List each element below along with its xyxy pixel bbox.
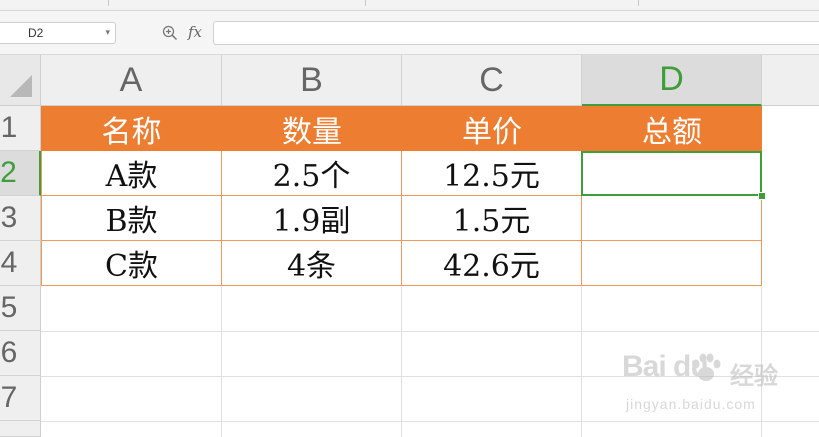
column-header-e[interactable] xyxy=(762,55,819,106)
cell-c3[interactable]: 1.5元 xyxy=(402,196,582,241)
formula-input[interactable] xyxy=(213,21,819,45)
row-header-6[interactable]: 6 xyxy=(0,331,41,376)
ribbon-separator xyxy=(365,0,366,6)
ribbon-separator xyxy=(638,0,639,6)
cell-b1[interactable]: 数量 xyxy=(222,106,402,151)
row-number: 3 xyxy=(0,201,18,234)
cell-a2[interactable]: A款 xyxy=(41,151,222,196)
paw-icon xyxy=(692,353,721,381)
row-number: 6 xyxy=(0,336,18,369)
ribbon-bar xyxy=(0,0,819,11)
function-icon[interactable]: fx xyxy=(188,23,202,41)
row-number: 4 xyxy=(0,246,18,279)
row-number: 7 xyxy=(0,381,18,414)
chevron-down-icon[interactable]: ▾ xyxy=(105,27,110,38)
select-all-button[interactable] xyxy=(0,55,41,106)
cell-a4[interactable]: C款 xyxy=(41,241,222,286)
column-header-b[interactable]: B xyxy=(222,55,402,106)
cell-b3[interactable]: 1.9副 xyxy=(222,196,402,241)
cell-a1[interactable]: 名称 xyxy=(41,106,222,151)
row-number: 1 xyxy=(0,111,18,144)
watermark-brand: 经验 xyxy=(730,363,778,390)
gridline xyxy=(41,331,819,332)
row-header-4[interactable]: 4 xyxy=(0,241,41,286)
formula-bar: D2 ▾ fx xyxy=(0,11,819,55)
cell-c2[interactable]: 12.5元 xyxy=(402,151,582,196)
row-header-7[interactable]: 7 xyxy=(0,376,41,421)
row-header-3[interactable]: 3 xyxy=(0,196,41,241)
zoom-icon[interactable] xyxy=(162,25,178,41)
watermark-url: jingyan.baidu.com xyxy=(626,396,756,412)
cell-c1[interactable]: 单价 xyxy=(402,106,582,151)
cell-c4[interactable]: 42.6元 xyxy=(402,241,582,286)
row-header-2[interactable]: 2 xyxy=(0,151,41,196)
baidu-jingyan-watermark: Bai du 经验 jingyan.baidu.com xyxy=(622,350,817,430)
ribbon-separator xyxy=(108,0,109,6)
cell-a3[interactable]: B款 xyxy=(41,196,222,241)
row-number: 2 xyxy=(0,156,17,189)
name-box[interactable]: D2 ▾ xyxy=(0,22,116,44)
cell-d4[interactable] xyxy=(582,241,762,286)
row-header-5[interactable]: 5 xyxy=(0,286,41,331)
row-header-1[interactable]: 1 xyxy=(0,106,41,151)
cell-b2[interactable]: 2.5个 xyxy=(222,151,402,196)
column-header-d[interactable]: D xyxy=(582,55,762,106)
active-cell-selection xyxy=(581,151,762,196)
cell-b4[interactable]: 4条 xyxy=(222,241,402,286)
column-header-a[interactable]: A xyxy=(41,55,222,106)
cell-d1[interactable]: 总额 xyxy=(582,106,762,151)
column-header-c[interactable]: C xyxy=(402,55,582,106)
row-header-8[interactable] xyxy=(0,421,41,437)
row-number: 5 xyxy=(0,291,18,324)
name-box-value: D2 xyxy=(28,26,44,40)
fill-handle[interactable] xyxy=(758,192,766,200)
cell-d3[interactable] xyxy=(582,196,762,241)
